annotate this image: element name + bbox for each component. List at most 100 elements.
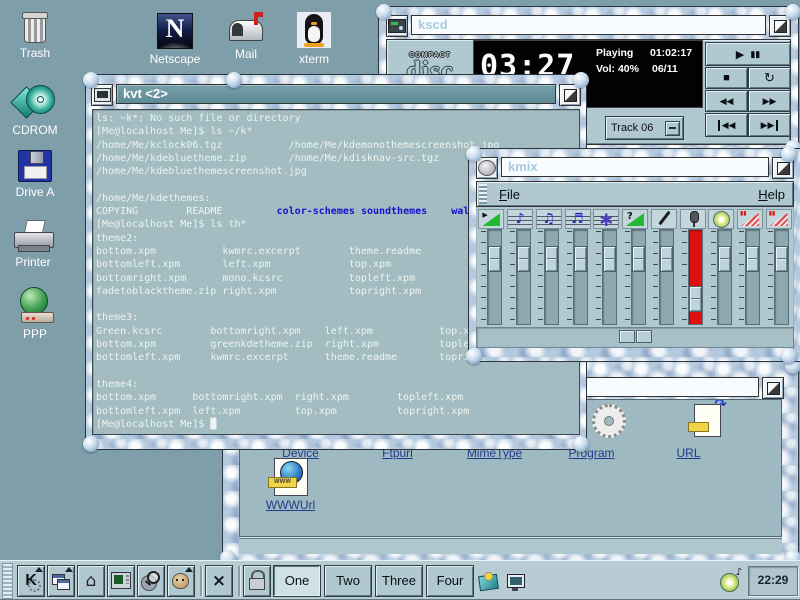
url-icon[interactable]: ↷ <box>694 404 721 437</box>
volume-slider[interactable] <box>631 229 646 325</box>
volume-slider[interactable] <box>544 229 559 325</box>
volume-slider[interactable] <box>487 229 502 325</box>
volume-slider[interactable] <box>516 229 531 325</box>
file-icon-wwwurl[interactable]: WWWUrl <box>242 496 339 514</box>
slider-handle[interactable] <box>660 246 673 272</box>
small-button[interactable] <box>619 330 635 343</box>
icon-label: CDROM <box>2 123 68 137</box>
link-arrow-icon: ↷ <box>714 399 727 413</box>
mixer-channel-gain2[interactable] <box>764 207 793 327</box>
penguin-icon <box>296 11 332 49</box>
menu-help[interactable]: Help <box>750 187 793 202</box>
desktop-pager-two[interactable]: Two <box>324 565 372 597</box>
window-list-button[interactable] <box>47 565 75 597</box>
mixer-channel-bass-clef[interactable] <box>506 207 535 327</box>
maximize-icon <box>777 162 790 175</box>
terminal-button[interactable] <box>107 565 135 597</box>
play-status: Playing <box>596 47 633 59</box>
desktop-pager-three[interactable]: Three <box>375 565 423 597</box>
mixer-channel-unknown[interactable] <box>621 207 650 327</box>
lock-screen-button[interactable] <box>243 565 271 597</box>
disk-navigator-icon <box>172 573 189 589</box>
menu-up-arrow-icon <box>185 567 193 572</box>
cd-note-icon <box>720 573 739 592</box>
desktop-icon-trash[interactable]: Trash <box>2 11 68 60</box>
desktop-icon-ppp[interactable]: PPP <box>2 287 68 341</box>
icon-label: xterm <box>281 52 347 66</box>
play-icon: ▶ <box>736 48 744 61</box>
kscd-dock-icon[interactable] <box>717 567 741 595</box>
small-button[interactable] <box>636 330 652 343</box>
slider-handle[interactable] <box>775 246 788 272</box>
desktop-pager-four[interactable]: Four <box>426 565 474 597</box>
slider-handle[interactable] <box>689 286 702 312</box>
kscd-title-bar[interactable]: kscd <box>411 15 766 35</box>
volume-slider[interactable] <box>688 229 703 325</box>
desktop-icon-xterm[interactable]: xterm <box>281 11 347 66</box>
slider-handle[interactable] <box>488 246 501 272</box>
k-menu-button[interactable]: K <box>17 565 45 597</box>
volume-slider[interactable] <box>774 229 789 325</box>
forward-button[interactable]: ▶▶ <box>748 90 791 112</box>
slider-handle[interactable] <box>517 246 530 272</box>
desktop-icon-printer[interactable]: Printer <box>0 220 66 269</box>
mixer-channel-pcm-wave[interactable] <box>592 207 621 327</box>
play-pause-button[interactable]: ▶ ▮▮ <box>705 42 791 66</box>
gain1-icon <box>737 209 763 229</box>
console-button[interactable] <box>504 567 528 595</box>
mixer-app-icon <box>478 160 496 176</box>
loop-button[interactable]: ↻ <box>748 67 791 89</box>
maximize-button[interactable] <box>762 377 784 399</box>
home-button[interactable]: ⌂ <box>77 565 105 597</box>
menu-file[interactable]: File <box>491 187 528 202</box>
volume-slider[interactable] <box>745 229 760 325</box>
menubar-drag-handle[interactable] <box>479 184 487 204</box>
mixer-channel-note[interactable] <box>563 207 592 327</box>
program-icon[interactable] <box>592 404 626 438</box>
mixer-channel-cd[interactable] <box>707 207 736 327</box>
total-time: 01:02:17 <box>650 47 692 59</box>
mixer-channel-volume[interactable] <box>477 207 506 327</box>
mixer-channel-treble-clef[interactable] <box>534 207 563 327</box>
slider-handle[interactable] <box>632 246 645 272</box>
menu-up-arrow-icon <box>65 567 73 572</box>
slider-handle[interactable] <box>603 246 616 272</box>
next-track-button[interactable]: ▶▶ <box>748 113 791 137</box>
volume-slider[interactable] <box>717 229 732 325</box>
panel-hide-handle[interactable] <box>2 563 13 599</box>
slider-handle[interactable] <box>746 246 759 272</box>
file-icon-url[interactable]: URL <box>640 444 737 462</box>
desktop-icon-mail[interactable]: Mail <box>213 12 279 61</box>
volume-slider[interactable] <box>659 229 674 325</box>
mixer-channel-gain1[interactable] <box>736 207 765 327</box>
volume-slider[interactable] <box>602 229 617 325</box>
wwwurl-icon[interactable]: WWW <box>274 458 308 496</box>
window-menu-button[interactable] <box>476 157 498 179</box>
globe-modem-icon <box>15 287 55 324</box>
kmix-title-bar[interactable]: kmix <box>501 157 769 177</box>
desktop-icon-cdrom[interactable]: CDROM <box>2 82 68 137</box>
logout-button[interactable] <box>477 567 501 595</box>
window-kill-button[interactable]: × <box>205 565 233 597</box>
window-menu-button[interactable] <box>91 84 113 106</box>
rewind-button[interactable]: ◀◀ <box>705 90 748 112</box>
slider-handle[interactable] <box>545 246 558 272</box>
disk-navigator-button[interactable] <box>167 565 195 597</box>
desktop-pager-one[interactable]: One <box>273 565 321 597</box>
kvt-title-bar[interactable]: kvt <2> <box>116 84 556 104</box>
previous-track-button[interactable]: ◀◀ <box>705 113 748 137</box>
desktop-icon-drive-a[interactable]: Drive A <box>2 150 68 199</box>
window-menu-button[interactable] <box>386 15 408 37</box>
forward-icon: ▶▶ <box>763 96 777 107</box>
slider-handle[interactable] <box>574 246 587 272</box>
stop-button[interactable]: ■ <box>705 67 748 89</box>
mixer-channel-line-in[interactable] <box>649 207 678 327</box>
track-selector[interactable]: Track 06 <box>605 116 684 140</box>
unknown-icon <box>622 209 648 229</box>
slider-handle[interactable] <box>718 246 731 272</box>
desktop-icon-netscape[interactable]: N Netscape <box>142 13 208 66</box>
kmix-window: kmix File Help <box>468 148 800 362</box>
volume-slider[interactable] <box>573 229 588 325</box>
find-files-button[interactable] <box>137 565 165 597</box>
mixer-channel-microphone[interactable] <box>678 207 707 327</box>
